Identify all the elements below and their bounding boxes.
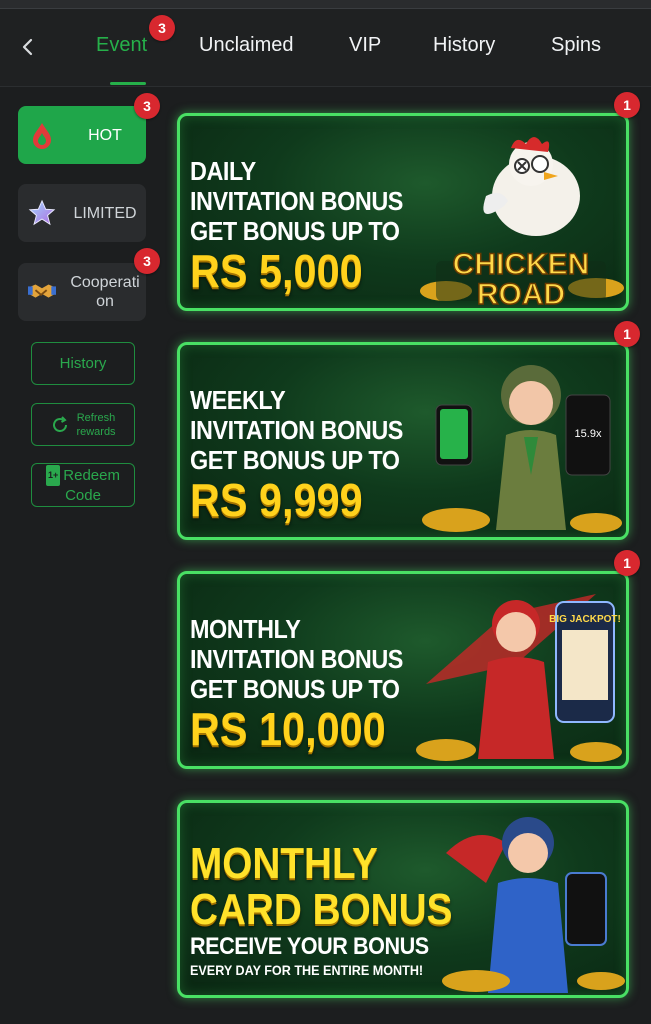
refresh-rewards-button[interactable]: Refresh rewards: [31, 403, 135, 446]
active-tab-indicator: [110, 82, 146, 85]
svg-text:CHICKEN: CHICKEN: [453, 248, 590, 281]
banner-text: MONTHLY INVITATION BONUS GET BONUS UP TO…: [190, 614, 403, 755]
redeem-code-button[interactable]: 1+ Redeem Code: [31, 463, 135, 507]
banner-text: WEEKLY INVITATION BONUS GET BONUS UP TO …: [190, 385, 403, 526]
cooperation-count-badge: 3: [134, 248, 160, 274]
refresh-rewards-label: Refresh rewards: [76, 411, 116, 438]
history-button[interactable]: History: [31, 342, 135, 385]
tab-unclaimed[interactable]: Unclaimed: [199, 34, 293, 57]
star-icon: [28, 199, 56, 227]
refresh-icon: [53, 415, 68, 432]
sidebar-item-label: LIMITED: [73, 204, 137, 222]
flame-drop-icon: [28, 121, 56, 149]
chevron-left-icon: [22, 38, 33, 56]
redeem-label-code: Code: [65, 487, 101, 504]
svg-text:15.9x: 15.9x: [575, 428, 602, 440]
tab-vip[interactable]: VIP: [349, 34, 381, 57]
weekly-bonus-badge: 1: [614, 321, 640, 347]
top-nav: Event 3 Unclaimed VIP History Spins: [0, 9, 651, 87]
tab-event[interactable]: Event: [96, 34, 147, 57]
redeem-label-row: 1+ Redeem: [46, 465, 120, 486]
sidebar-item-limited[interactable]: LIMITED: [18, 184, 146, 242]
ticket-icon: 1+: [46, 465, 61, 486]
event-count-badge: 3: [149, 15, 175, 41]
monthly-invitation-bonus-banner[interactable]: MONTHLY INVITATION BONUS GET BONUS UP TO…: [177, 571, 629, 769]
pilot-girl-art: 15.9x: [422, 365, 622, 533]
hot-count-badge: 3: [134, 93, 160, 119]
svg-text:ROAD: ROAD: [477, 278, 565, 308]
svg-text:BIG JACKPOT!: BIG JACKPOT!: [549, 614, 621, 625]
back-button[interactable]: [14, 33, 42, 61]
sidebar-item-label: HOT: [88, 126, 122, 144]
monthly-card-bonus-banner[interactable]: MONTHLY CARD BONUS RECEIVE YOUR BONUS EV…: [177, 800, 629, 998]
weekly-invitation-bonus-banner[interactable]: WEEKLY INVITATION BONUS GET BONUS UP TO …: [177, 342, 629, 540]
monthly-bonus-badge: 1: [614, 550, 640, 576]
chicken-road-art: CHICKEN ROAD: [420, 137, 624, 308]
sidebar-item-label: Cooperati on: [70, 274, 140, 310]
sidebar-item-cooperation[interactable]: Cooperati on: [18, 263, 146, 321]
daily-invitation-bonus-banner[interactable]: DAILY INVITATION BONUS GET BONUS UP TO R…: [177, 113, 629, 311]
sidebar-item-hot[interactable]: HOT: [18, 106, 146, 164]
handshake-icon: [28, 278, 56, 306]
blue-pilot-girl-art: [442, 817, 625, 993]
banner-text: DAILY INVITATION BONUS GET BONUS UP TO R…: [190, 156, 403, 297]
status-bar: [0, 0, 651, 9]
aviator-jackpot-art: BIG JACKPOT!: [416, 594, 622, 762]
tab-spins[interactable]: Spins: [551, 34, 601, 57]
tab-history[interactable]: History: [433, 34, 495, 57]
daily-bonus-badge: 1: [614, 92, 640, 118]
